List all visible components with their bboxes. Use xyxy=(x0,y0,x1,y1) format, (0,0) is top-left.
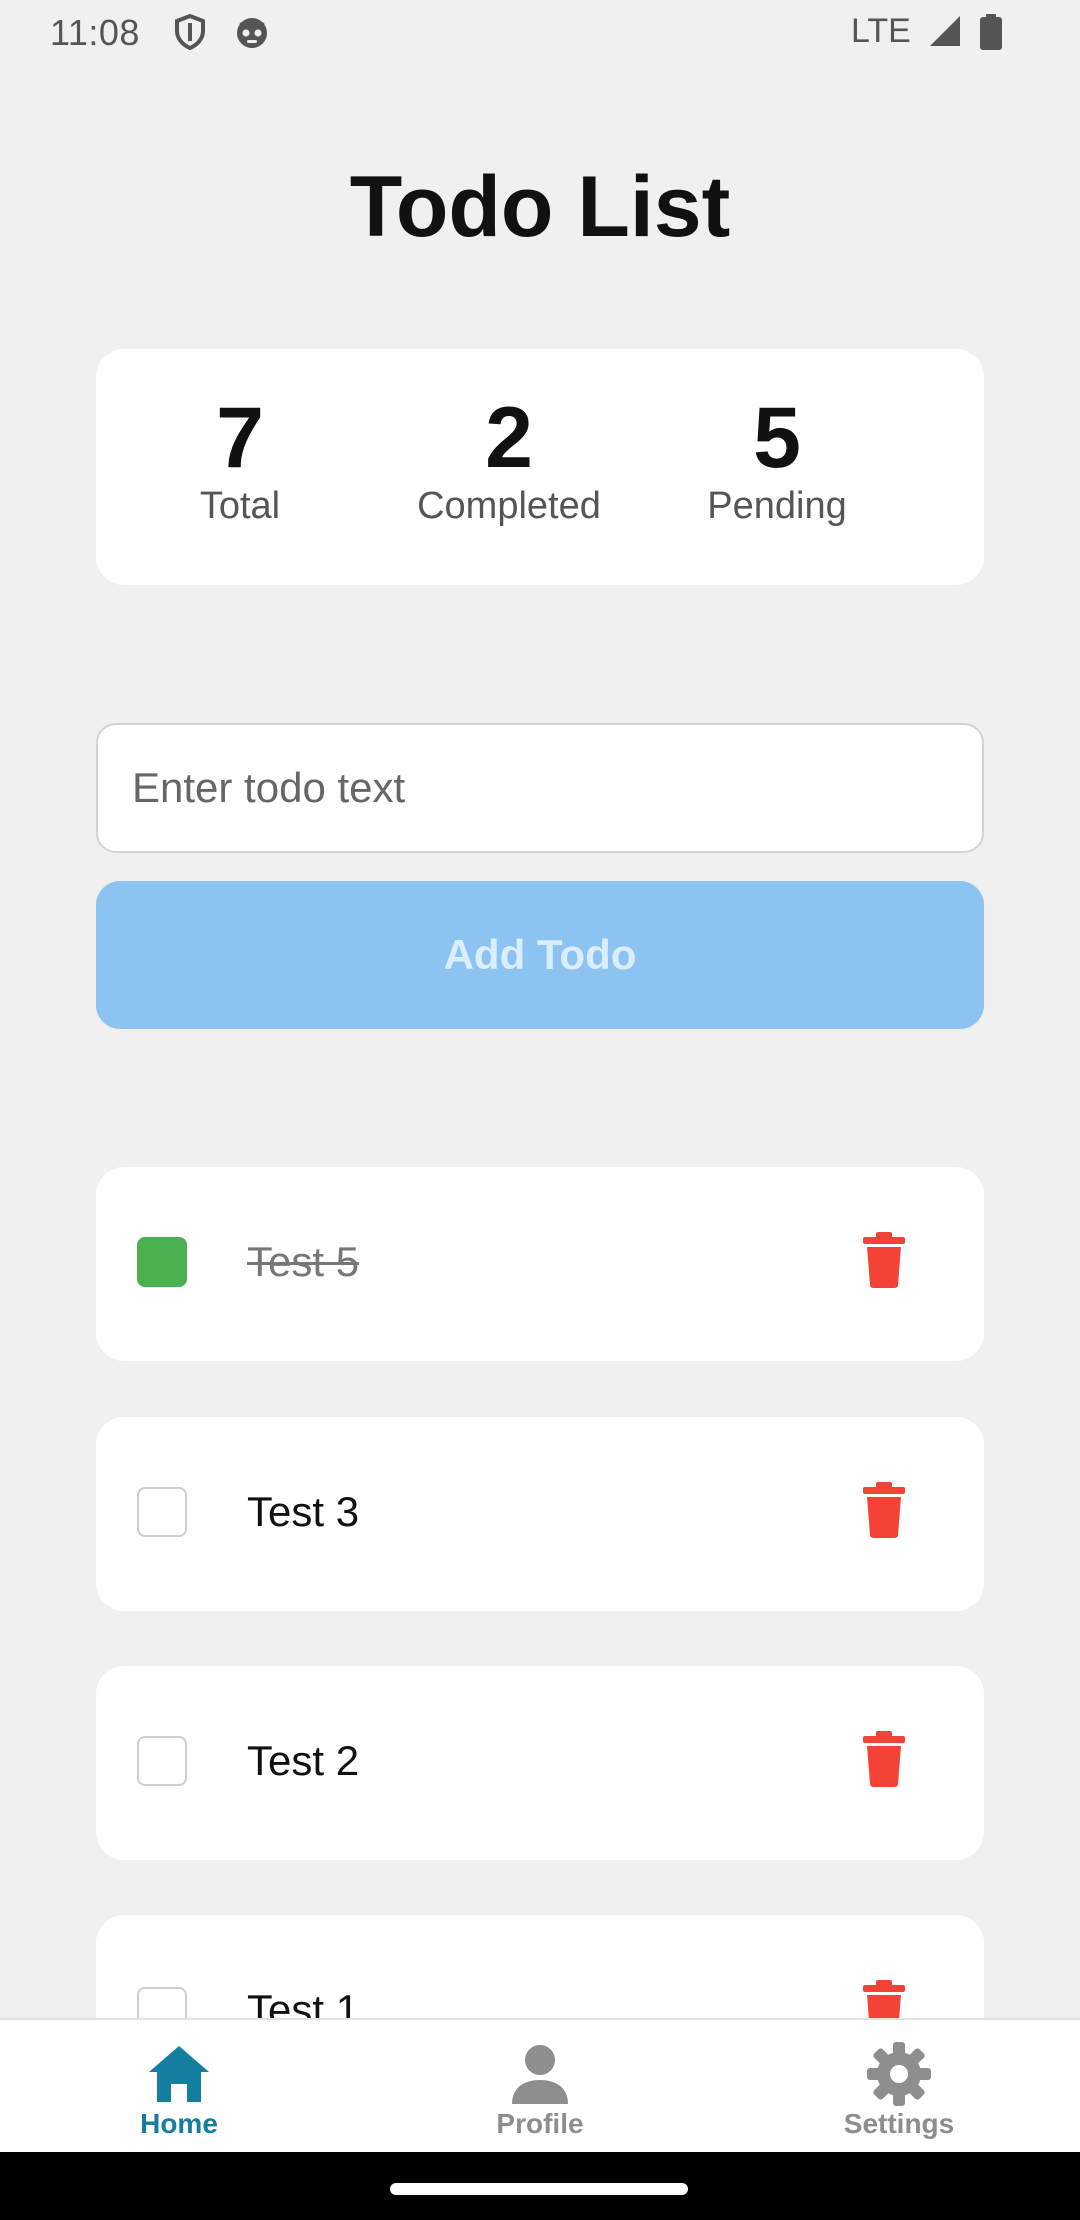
trash-icon[interactable] xyxy=(861,1482,907,1538)
app-screen: 11:08 LTE Todo List 7 Total 2 Completed … xyxy=(0,0,1080,2220)
stat-total: 7 Total xyxy=(110,393,370,528)
todo-checkbox-checked[interactable] xyxy=(137,1237,187,1287)
person-icon xyxy=(506,2040,574,2108)
gear-icon xyxy=(865,2040,933,2108)
stat-pending-value: 5 xyxy=(753,390,801,486)
todo-item: Test 2 xyxy=(96,1666,984,1860)
stat-total-value: 7 xyxy=(216,390,264,486)
add-todo-button[interactable]: Add Todo xyxy=(96,881,984,1029)
tab-profile[interactable]: Profile xyxy=(440,2020,640,2154)
todo-text: Test 5 xyxy=(247,1238,360,1285)
trash-icon[interactable] xyxy=(861,1980,907,2018)
gesture-navigation-bar xyxy=(0,2152,1080,2220)
stats-card: 7 Total 2 Completed 5 Pending xyxy=(96,349,984,585)
tab-home-label: Home xyxy=(140,2108,218,2139)
todo-text: Test 2 xyxy=(247,1737,360,1784)
stat-pending-label: Pending xyxy=(707,485,847,527)
tab-settings[interactable]: Settings xyxy=(799,2020,999,2154)
stat-completed-value: 2 xyxy=(485,390,533,486)
trash-icon[interactable] xyxy=(861,1731,907,1787)
stat-pending: 5 Pending xyxy=(647,393,907,528)
stat-completed: 2 Completed xyxy=(379,393,639,528)
tab-profile-label: Profile xyxy=(496,2108,584,2139)
home-gesture-handle[interactable] xyxy=(390,2183,688,2195)
bottom-tab-bar: Home Profile Settings xyxy=(0,2018,1080,2152)
todo-checkbox[interactable] xyxy=(137,1487,187,1537)
todo-checkbox[interactable] xyxy=(137,1987,187,2018)
home-icon xyxy=(145,2040,213,2108)
tab-home[interactable]: Home xyxy=(79,2020,279,2154)
todo-checkbox[interactable] xyxy=(137,1736,187,1786)
trash-icon[interactable] xyxy=(861,1232,907,1288)
todo-item: Test 1 xyxy=(96,1915,984,2018)
todo-text: Test 1 xyxy=(247,1986,360,2018)
page-title: Todo List xyxy=(349,159,731,255)
todo-item: Test 5 xyxy=(96,1167,984,1361)
todo-text: Test 3 xyxy=(247,1488,360,1535)
todo-item: Test 3 xyxy=(96,1417,984,1611)
content-scroll[interactable]: Todo List 7 Total 2 Completed 5 Pending … xyxy=(0,0,1080,2018)
todo-text-input[interactable] xyxy=(96,723,984,853)
stat-total-label: Total xyxy=(199,485,281,527)
tab-settings-label: Settings xyxy=(843,2108,955,2139)
stat-completed-label: Completed xyxy=(417,485,601,527)
